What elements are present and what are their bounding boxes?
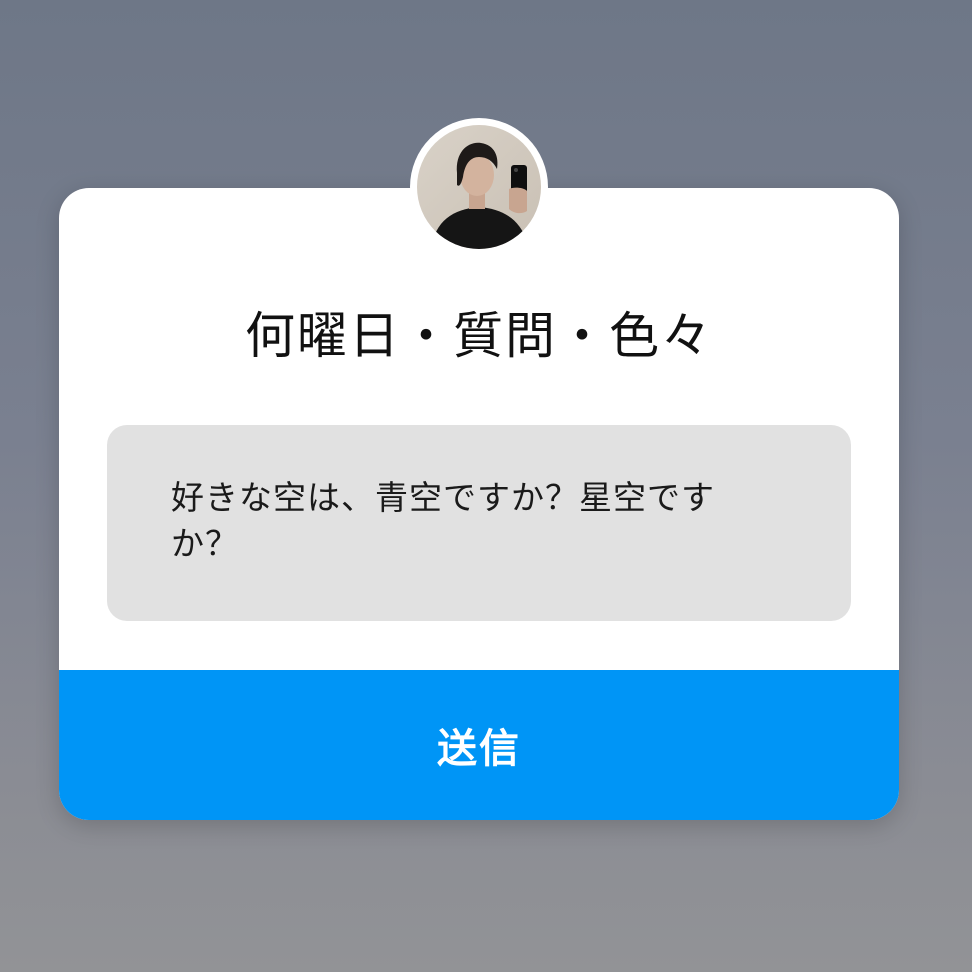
sticker-title: 何曜日・質問・色々 xyxy=(245,307,713,365)
question-sticker-card: 何曜日・質問・色々 好きな空は、青空ですか？星空ですか？ 送信 xyxy=(59,188,899,820)
answer-input[interactable]: 好きな空は、青空ですか？星空ですか？ xyxy=(107,425,851,621)
profile-photo-avatar-icon xyxy=(417,125,541,249)
answer-text: 好きな空は、青空ですか？星空ですか？ xyxy=(171,478,715,563)
send-button[interactable]: 送信 xyxy=(59,670,899,820)
avatar xyxy=(410,118,548,256)
